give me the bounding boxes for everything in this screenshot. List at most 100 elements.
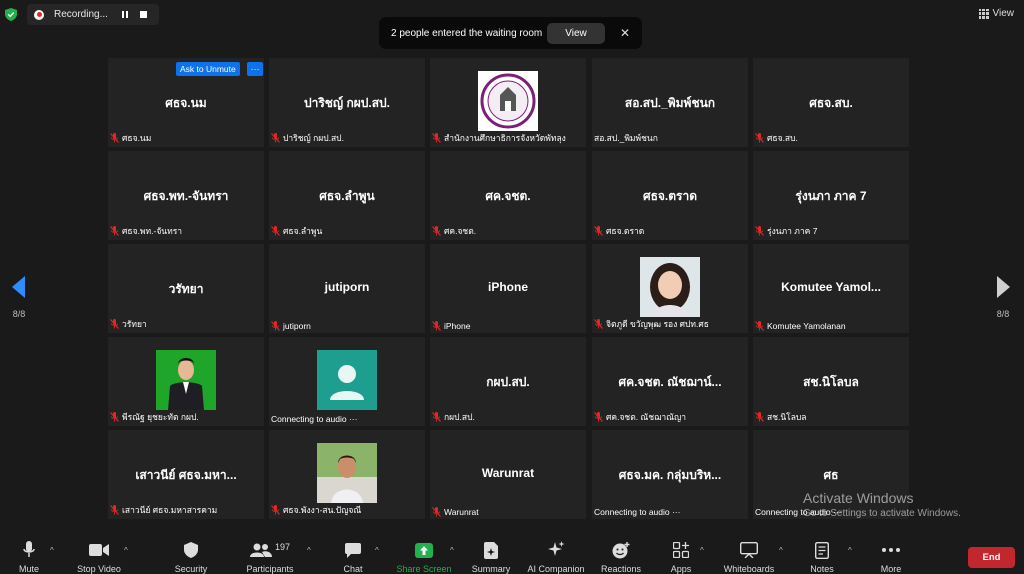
participant-display-name: วรัทยา bbox=[168, 282, 204, 296]
muted-mic-icon bbox=[432, 133, 441, 143]
participant-name-label: สช.นิโลบล bbox=[755, 410, 807, 424]
participant-label-text: ศธจ.สบ. bbox=[767, 133, 798, 143]
participant-display-name: สอ.สป._พิมพ์ชนก bbox=[624, 96, 716, 110]
reactions-smiley-icon bbox=[612, 541, 630, 558]
pause-recording-button[interactable] bbox=[118, 8, 132, 22]
participant-tile[interactable]: jutiporn jutiporn bbox=[269, 244, 425, 333]
participant-name-label: ศธจ.พท.-จันทรา bbox=[110, 224, 182, 238]
ask-to-unmute-button[interactable]: Ask to Unmute bbox=[176, 62, 240, 76]
participant-tile[interactable]: ศธจ.พท.-จันทรา ศธจ.พท.-จันทรา bbox=[108, 151, 264, 240]
participant-label-text: iPhone bbox=[444, 321, 471, 331]
notes-button[interactable]: Notes bbox=[787, 540, 857, 574]
participant-tile[interactable]: สช.นิโลบล สช.นิโลบล bbox=[753, 337, 909, 426]
notification-view-button[interactable]: View bbox=[547, 22, 605, 44]
participant-tile[interactable]: Komutee Yamol... Komutee Yamolanan bbox=[753, 244, 909, 333]
participant-tile[interactable]: รุ่งนภา ภาค 7 รุ่งนภา ภาค 7 bbox=[753, 151, 909, 240]
share-screen-icon bbox=[415, 542, 433, 558]
participant-display-name: กผป.สป. bbox=[486, 375, 530, 389]
chat-bubble-icon bbox=[345, 542, 361, 558]
participant-display-name: ศธจ.สบ. bbox=[809, 96, 853, 110]
view-label: View bbox=[992, 8, 1015, 19]
next-page-button[interactable]: 8/8 bbox=[992, 276, 1014, 319]
encryption-shield-icon[interactable] bbox=[5, 8, 17, 21]
participant-tile[interactable]: สอ.สป._พิมพ์ชนก สอ.สป._พิมพ์ชนก bbox=[592, 58, 748, 147]
whiteboards-options-caret-icon[interactable]: ^ bbox=[779, 546, 783, 555]
default-avatar-icon bbox=[317, 350, 377, 410]
participant-tile[interactable]: จิตภูดี ขวัญพุฒ รอง ศปท.ศธ bbox=[592, 244, 748, 333]
participant-tile[interactable]: ศค.จชต. ณัชฌาน์... ศค.จชต. ณัชฌาณัญา bbox=[592, 337, 748, 426]
participant-tile[interactable]: ศธจ.สบ. ศธจ.สบ. bbox=[753, 58, 909, 147]
meeting-toolbar: Mute ^ Stop Video ^ Security 197 Partici… bbox=[0, 530, 1024, 574]
participant-name-label: jutiporn bbox=[271, 321, 311, 331]
share-screen-button[interactable]: Share Screen bbox=[389, 540, 459, 574]
participant-tile[interactable]: พีรณัฐ ยุชยะทัต กผป. bbox=[108, 337, 264, 426]
prev-page-button[interactable]: 8/8 bbox=[8, 276, 30, 319]
participant-tile[interactable]: วรัทยา วรัทยา bbox=[108, 244, 264, 333]
participant-display-name: Warunrat bbox=[481, 466, 535, 480]
security-button[interactable]: Security bbox=[156, 540, 226, 574]
waiting-room-notification: 2 people entered the waiting room View ✕ bbox=[379, 17, 642, 49]
mute-options-caret-icon[interactable]: ^ bbox=[50, 546, 54, 555]
participant-tile[interactable]: ศธจ.ลำพูน ศธจ.ลำพูน bbox=[269, 151, 425, 240]
participants-options-caret-icon[interactable]: ^ bbox=[307, 546, 311, 555]
mute-label: Mute bbox=[18, 564, 39, 574]
share-options-caret-icon[interactable]: ^ bbox=[450, 546, 454, 555]
participant-tile[interactable]: ศธจ.ตราด ศธจ.ตราด bbox=[592, 151, 748, 240]
notification-close-icon[interactable]: ✕ bbox=[620, 26, 630, 40]
participant-tile[interactable]: กผป.สป. กผป.สป. bbox=[430, 337, 586, 426]
participant-tile[interactable]: iPhone iPhone bbox=[430, 244, 586, 333]
watermark-title: Activate Windows bbox=[803, 490, 914, 506]
more-button[interactable]: More bbox=[856, 540, 926, 574]
participant-label-text: เสาวนีย์ ศธจ.มหาสารคาม bbox=[122, 505, 218, 515]
chat-options-caret-icon[interactable]: ^ bbox=[375, 546, 379, 555]
participant-photo bbox=[156, 350, 216, 410]
participant-label-text: ศธจ.พท.-จันทรา bbox=[122, 226, 183, 236]
whiteboards-button[interactable]: Whiteboards bbox=[714, 540, 784, 574]
muted-mic-icon bbox=[755, 321, 764, 331]
muted-mic-icon bbox=[110, 226, 119, 236]
participant-tile[interactable]: Ask to Unmute ··· ศธจ.นม ศธจ.นม bbox=[108, 58, 264, 147]
participant-name-label: Komutee Yamolanan bbox=[755, 321, 846, 331]
more-dots-icon bbox=[882, 548, 900, 552]
apps-options-caret-icon[interactable]: ^ bbox=[700, 546, 704, 555]
mute-button[interactable]: Mute bbox=[0, 540, 64, 574]
view-button[interactable]: View bbox=[978, 8, 1015, 19]
participant-name-label: สอ.สป._พิมพ์ชนก bbox=[594, 131, 658, 145]
tile-more-options-button[interactable]: ··· bbox=[247, 62, 263, 76]
participant-label-text: Connecting to audio ··· bbox=[271, 414, 358, 424]
participant-display-name: ศธ bbox=[823, 468, 839, 482]
end-meeting-button[interactable]: End bbox=[968, 547, 1015, 568]
activate-windows-watermark: Activate Windows Go to Settings to activ… bbox=[803, 490, 961, 519]
muted-mic-icon bbox=[755, 133, 764, 143]
ai-companion-button[interactable]: AI Companion bbox=[521, 540, 591, 574]
participant-tile[interactable]: ศธจ.มค. กลุ่มบริห... Connecting to audio … bbox=[592, 430, 748, 519]
security-label: Security bbox=[174, 564, 208, 574]
summary-button[interactable]: Summary bbox=[456, 540, 526, 574]
stop-recording-button[interactable] bbox=[136, 8, 150, 22]
participant-label-text: ปาริชญ์ กผป.สป. bbox=[283, 133, 344, 143]
muted-mic-icon bbox=[432, 321, 441, 331]
participant-tile[interactable]: Warunrat Warunrat bbox=[430, 430, 586, 519]
participant-label-text: Warunrat bbox=[444, 507, 479, 517]
participant-display-name: Komutee Yamol... bbox=[781, 280, 881, 294]
participant-tile[interactable]: สำนักงานศึกษาธิการจังหวัดพัทลุง bbox=[430, 58, 586, 147]
muted-mic-icon bbox=[594, 319, 603, 329]
organization-logo bbox=[478, 71, 538, 131]
video-options-caret-icon[interactable]: ^ bbox=[124, 546, 128, 555]
notes-options-caret-icon[interactable]: ^ bbox=[848, 546, 852, 555]
participant-name-label: รุ่งนภา ภาค 7 bbox=[755, 224, 817, 238]
participant-name-label: ศค.จชต. bbox=[432, 224, 476, 238]
participants-label: Participants bbox=[246, 564, 294, 574]
participant-photo bbox=[640, 257, 700, 317]
participant-tile[interactable]: ศธจ.พังงา-สน.ปัญจณี bbox=[269, 430, 425, 519]
ai-sparkle-icon bbox=[548, 541, 565, 556]
participant-name-label: เสาวนีย์ ศธจ.มหาสารคาม bbox=[110, 503, 217, 517]
notes-icon bbox=[815, 541, 829, 559]
apps-button[interactable]: Apps bbox=[646, 540, 716, 574]
participant-tile[interactable]: ปาริชญ์ กผป.สป. ปาริชญ์ กผป.สป. bbox=[269, 58, 425, 147]
participant-tile[interactable]: ศค.จชต. ศค.จชต. bbox=[430, 151, 586, 240]
participant-tile[interactable]: Connecting to audio ··· bbox=[269, 337, 425, 426]
participant-tile[interactable]: เสาวนีย์ ศธจ.มหา... เสาวนีย์ ศธจ.มหาสารคา… bbox=[108, 430, 264, 519]
muted-mic-icon bbox=[110, 319, 119, 329]
participants-button[interactable]: 197 Participants bbox=[235, 540, 305, 574]
